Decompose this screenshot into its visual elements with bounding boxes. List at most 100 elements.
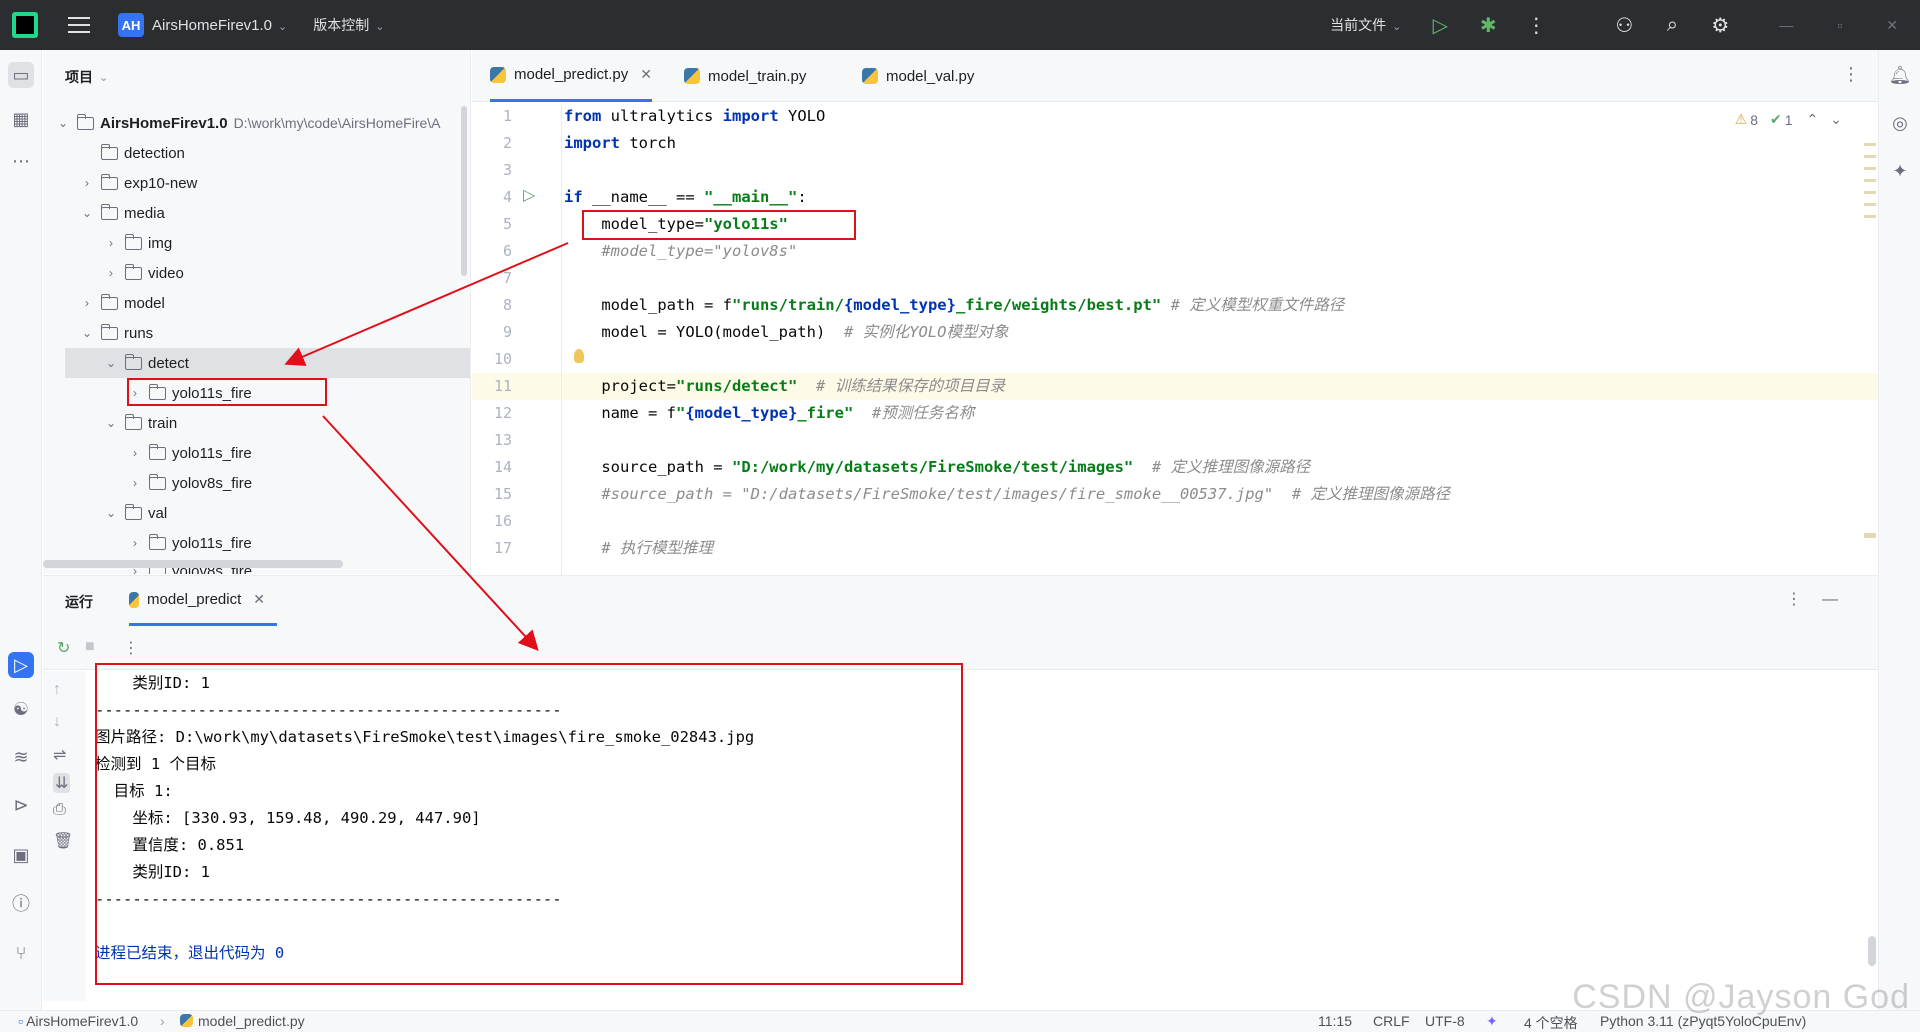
pycharm-logo-icon[interactable] — [12, 12, 38, 38]
error-stripe-mark[interactable] — [1864, 203, 1876, 206]
line-number: 12 — [493, 404, 512, 422]
tree-item[interactable]: › yolo11s_fire — [43, 438, 470, 468]
tree-item[interactable]: ⌄ train — [43, 408, 470, 438]
inspection-widget[interactable]: ⚠ 8 ✔ 1 ⌃⌄ — [1735, 111, 1854, 128]
more-tools-icon[interactable]: ⋯ — [8, 148, 34, 174]
tree-item[interactable]: › model — [43, 288, 470, 318]
collapsed-arrow-icon[interactable]: › — [129, 446, 141, 460]
more-icon[interactable]: ⋮ — [123, 638, 139, 658]
tree-item[interactable]: ⌄ runs — [43, 318, 470, 348]
project-panel-header[interactable]: 项目 ⌄ — [43, 50, 470, 104]
tree-item[interactable]: › video — [43, 258, 470, 288]
lightbulb-icon[interactable] — [574, 349, 584, 363]
error-stripe-mark[interactable] — [1864, 191, 1876, 194]
expanded-arrow-icon[interactable]: ⌄ — [105, 356, 117, 370]
tree-item[interactable]: › exp10-new — [43, 168, 470, 198]
ai-status-icon[interactable]: ✦ — [1486, 1013, 1498, 1030]
hide-panel-icon[interactable]: — — [1822, 591, 1858, 608]
run-options-icon[interactable]: ⋮ — [1786, 591, 1822, 608]
error-stripe-mark[interactable] — [1864, 143, 1876, 146]
layers-icon[interactable]: ≋ — [8, 744, 34, 770]
indent-setting[interactable]: 4 个空格 — [1524, 1013, 1578, 1032]
run-config-selector[interactable]: 当前文件 ⌄ — [1330, 15, 1401, 35]
notifications-bell-icon[interactable]: 🔔︎ — [1887, 62, 1913, 88]
breadcrumb-project[interactable]: ▫ AirsHomeFirev1.0 — [18, 1013, 138, 1029]
tab-model-train[interactable]: model_train.py — [684, 50, 806, 102]
scroll-to-end-icon[interactable]: ⇊ — [53, 773, 71, 793]
project-switcher[interactable]: AirsHomeFirev1.0 ⌄ — [152, 17, 287, 34]
structure-icon[interactable]: ▦ — [8, 106, 34, 132]
error-stripe-mark[interactable] — [1864, 215, 1876, 218]
collapsed-arrow-icon[interactable]: › — [129, 536, 141, 550]
expanded-arrow-icon[interactable]: ⌄ — [57, 116, 69, 130]
ai-assistant-icon[interactable]: ◎ — [1887, 110, 1913, 136]
error-stripe-mark[interactable] — [1864, 179, 1876, 182]
project-vertical-scrollbar[interactable] — [461, 106, 467, 276]
expanded-arrow-icon[interactable]: ⌄ — [105, 506, 117, 520]
tree-root[interactable]: ⌄ AirsHomeFirev1.0 D:\work\my\code\AirsH… — [43, 108, 470, 138]
tree-item-label: media — [124, 204, 165, 222]
expanded-arrow-icon[interactable]: ⌄ — [105, 416, 117, 430]
code-editor[interactable]: 1 2 3 4 5 6 7 8 9 10 11 12 13 14 15 16 1… — [472, 103, 1878, 575]
breadcrumb-file[interactable]: model_predict.py — [180, 1013, 305, 1029]
project-folder-icon[interactable]: ▭ — [8, 62, 34, 88]
line-separator[interactable]: CRLF — [1373, 1013, 1410, 1029]
collapsed-arrow-icon[interactable]: › — [105, 266, 117, 280]
collapsed-arrow-icon[interactable]: › — [81, 176, 93, 190]
copilot-icon[interactable]: ✦ — [1887, 158, 1913, 184]
settings-gear-icon[interactable]: ⚙ — [1709, 14, 1731, 37]
close-window-icon[interactable]: ✕ — [1886, 17, 1898, 34]
scroll-up-icon[interactable]: ↑ — [53, 681, 61, 699]
tree-item[interactable]: › yolov8s_fire — [43, 468, 470, 498]
caret-position[interactable]: 11:15 — [1318, 1013, 1352, 1029]
stop-icon[interactable]: ■ — [85, 638, 95, 656]
debug-icon[interactable]: ✱ — [1477, 14, 1499, 37]
tree-item[interactable]: › yolo11s_fire — [43, 528, 470, 558]
vcs-menu[interactable]: 版本控制 ⌄ — [313, 15, 384, 35]
run-tool-icon[interactable]: ▷ — [8, 652, 34, 678]
close-tab-icon[interactable]: ✕ — [253, 591, 265, 608]
collapsed-arrow-icon[interactable]: › — [105, 236, 117, 250]
add-user-icon[interactable]: ⚇ — [1613, 14, 1635, 37]
search-icon[interactable]: ⌕ — [1661, 14, 1683, 36]
error-stripe-mark[interactable] — [1864, 167, 1876, 170]
git-branch-icon[interactable]: ⑂ — [8, 940, 34, 966]
main-menu-icon[interactable] — [68, 17, 90, 33]
tree-item[interactable]: ⌄ media — [43, 198, 470, 228]
tree-item[interactable]: › img — [43, 228, 470, 258]
run-tab-model-predict[interactable]: model_predict ✕ — [129, 576, 277, 626]
tab-model-predict[interactable]: model_predict.py ✕ — [490, 50, 652, 102]
rerun-icon[interactable]: ↻ — [57, 638, 70, 658]
terminal-icon[interactable]: ▣ — [8, 842, 34, 868]
more-actions-icon[interactable]: ⋮ — [1525, 14, 1547, 37]
file-encoding[interactable]: UTF-8 — [1425, 1013, 1465, 1029]
expanded-arrow-icon[interactable]: ⌄ — [81, 206, 93, 220]
error-stripe-mark[interactable] — [1864, 533, 1876, 538]
tree-item[interactable]: detection — [43, 138, 470, 168]
minimize-icon[interactable]: — — [1779, 17, 1793, 33]
project-badge[interactable]: AH — [118, 13, 144, 37]
python-console-icon[interactable]: ☯ — [8, 696, 34, 722]
problems-icon[interactable]: ⓘ — [8, 890, 34, 916]
print-icon[interactable]: ⎙ — [53, 801, 66, 819]
tab-model-val[interactable]: model_val.py — [862, 50, 974, 102]
console-scrollbar[interactable] — [1868, 936, 1876, 966]
project-horizontal-scrollbar[interactable] — [43, 560, 343, 568]
run-icon[interactable]: ▷ — [1429, 14, 1451, 37]
expanded-arrow-icon[interactable]: ⌄ — [81, 326, 93, 340]
tabs-more-icon[interactable]: ⋮ — [1842, 64, 1860, 85]
soft-wrap-icon[interactable]: ⇌ — [53, 745, 66, 765]
tree-item[interactable]: ⌄ val — [43, 498, 470, 528]
collapsed-arrow-icon[interactable]: › — [81, 296, 93, 310]
maximize-icon[interactable]: ▫ — [1837, 17, 1842, 33]
collapsed-arrow-icon[interactable]: › — [129, 476, 141, 490]
scroll-down-icon[interactable]: ↓ — [53, 713, 61, 731]
close-tab-icon[interactable]: ✕ — [640, 66, 652, 83]
tree-item-selected[interactable]: ⌄ detect — [65, 348, 470, 378]
run-gutter-icon[interactable]: ▷ — [523, 185, 535, 205]
folder-icon — [100, 173, 118, 190]
error-stripe-mark[interactable] — [1864, 155, 1876, 158]
services-icon[interactable]: ⊳ — [8, 792, 34, 818]
clear-trash-icon[interactable]: 🗑︎ — [53, 831, 73, 851]
navigate-arrows-icon[interactable]: ⌃⌄ — [1807, 111, 1854, 128]
